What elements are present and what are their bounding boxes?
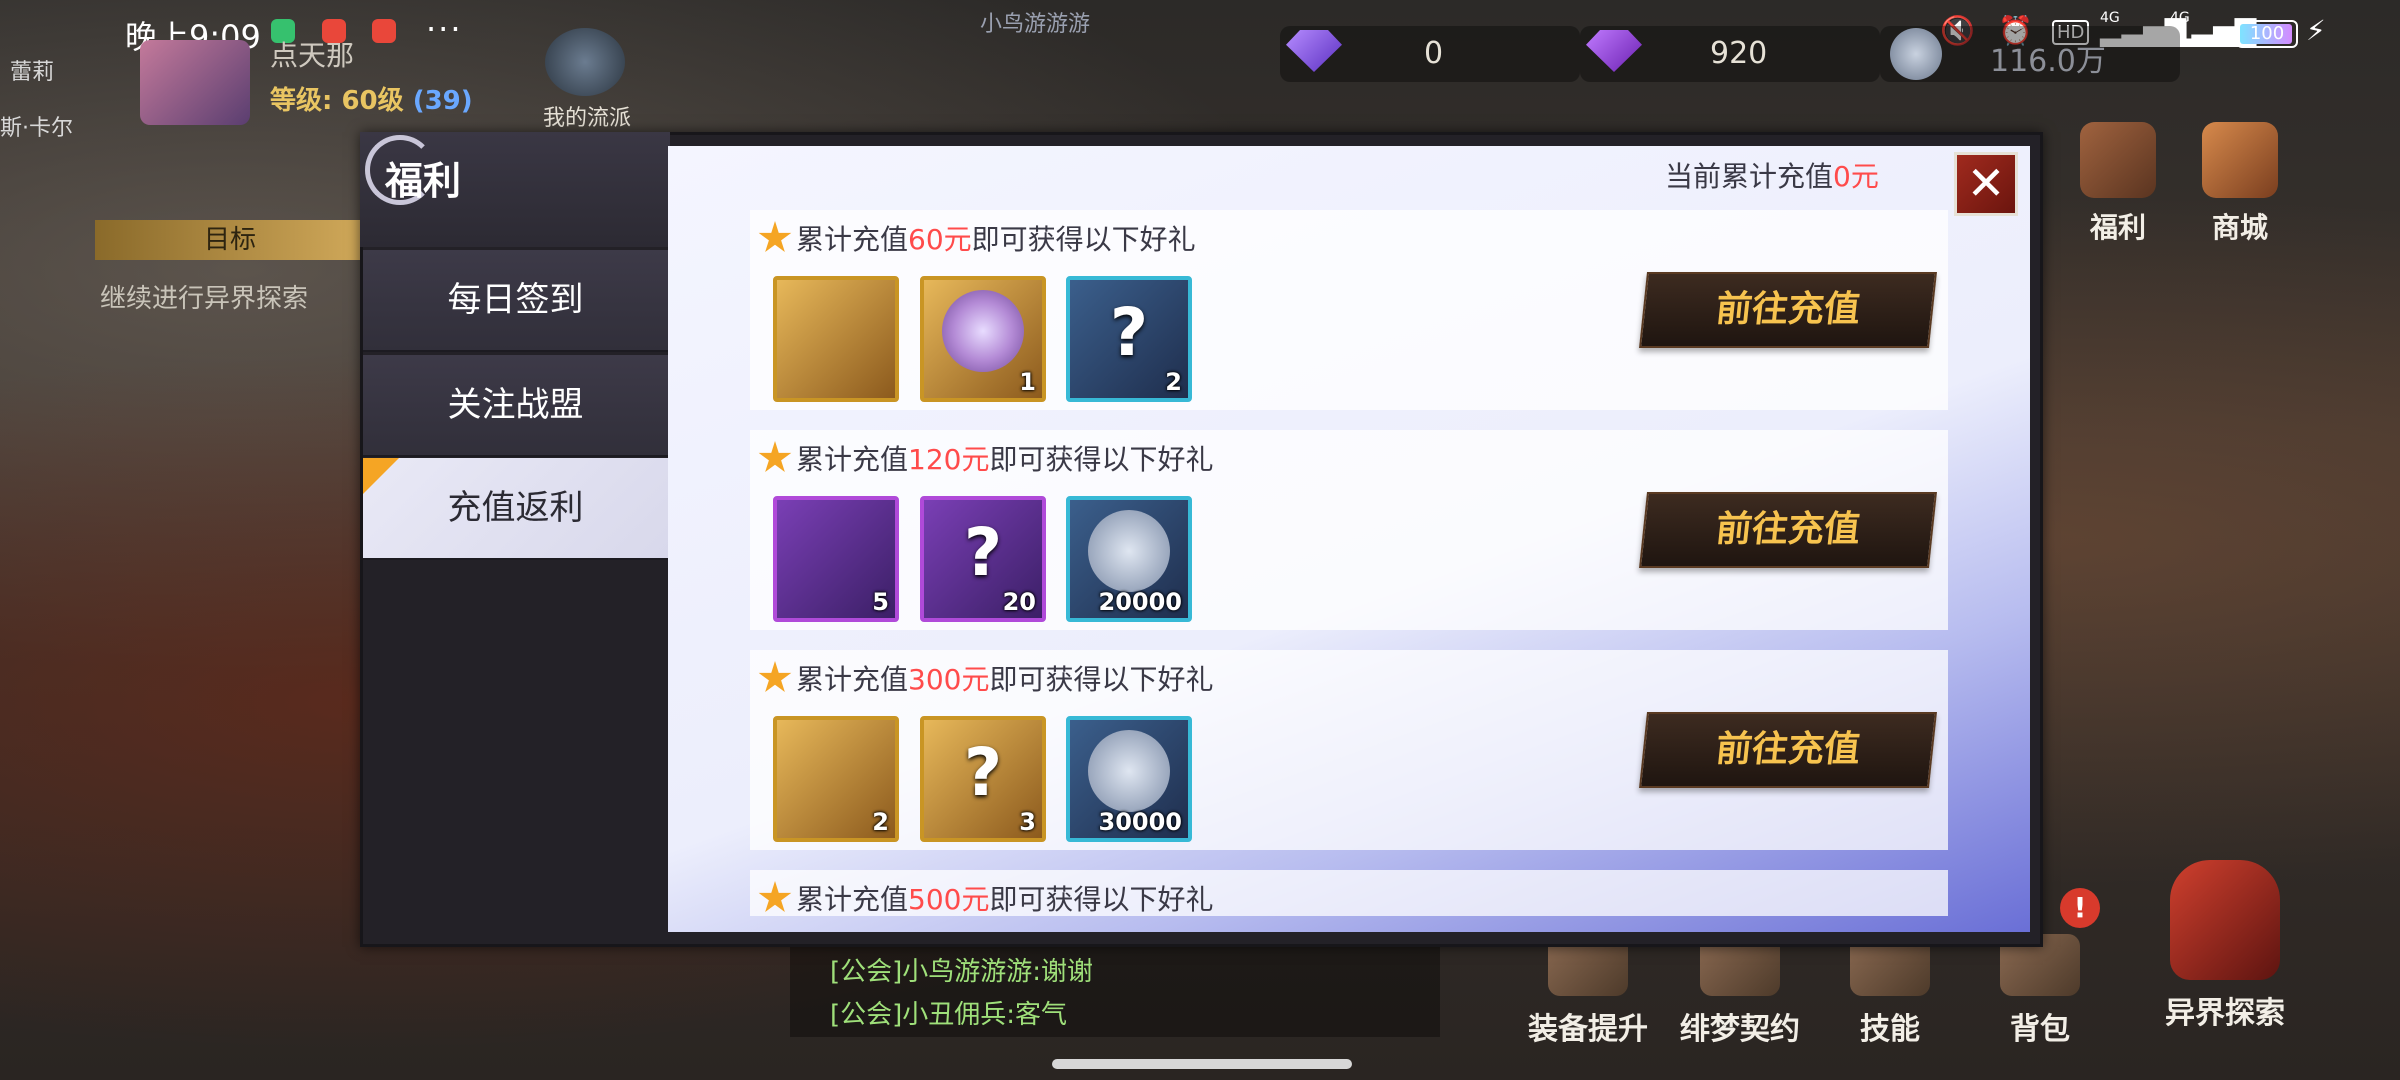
news-app-icon <box>372 19 396 43</box>
armor-piece-icon[interactable] <box>773 276 899 402</box>
battery-icon: 100 <box>2236 20 2298 48</box>
backpack-button[interactable]: 背包 <box>1990 934 2090 1048</box>
welfare-button[interactable]: 福利 <box>2078 122 2158 246</box>
silver-coin-icon <box>1890 28 1942 80</box>
mystery-item-icon[interactable]: ? 2 <box>1066 276 1192 402</box>
mystery-item-icon[interactable]: ? 3 <box>920 716 1046 842</box>
gift-box-icon <box>2080 122 2156 198</box>
tier-header: 累计充值120元即可获得以下好礼 <box>758 438 1213 478</box>
home-indicator[interactable] <box>1052 1059 1352 1069</box>
tab-follow-alliance[interactable]: 关注战盟 <box>363 355 668 457</box>
winged-pet-icon[interactable]: 2 <box>773 716 899 842</box>
go-recharge-button[interactable]: 前往充值 <box>1639 712 1937 788</box>
tier-300: 累计充值300元即可获得以下好礼 2 ? 3 30000 前往充值 <box>750 650 1948 850</box>
shop-button[interactable]: 商城 <box>2200 122 2280 246</box>
my-style-icon[interactable] <box>545 28 625 96</box>
tier-500: 累计充值500元即可获得以下好礼 <box>750 870 1948 916</box>
diamond-value: 0 <box>1424 36 1444 71</box>
gem-value: 920 <box>1710 36 1768 71</box>
dream-contract-button[interactable]: 绯梦契约 <box>1670 934 1810 1048</box>
tier-header: 累计充值300元即可获得以下好礼 <box>758 658 1213 698</box>
treasure-chest-icon[interactable]: 5 <box>773 496 899 622</box>
tab-recharge-rebate[interactable]: 充值返利 <box>363 458 668 560</box>
chat-message: [公会]小丑佣兵:客气 <box>830 1000 1068 1030</box>
portrait-coin-icon[interactable]: 1 <box>920 276 1046 402</box>
go-recharge-button[interactable]: 前往充值 <box>1639 492 1937 568</box>
silver-value: 116.0万 <box>1990 44 2106 79</box>
tier-header: 累计充值500元即可获得以下好礼 <box>758 878 1213 918</box>
go-recharge-button[interactable]: 前往充值 <box>1639 272 1937 348</box>
my-style-label[interactable]: 我的流派 <box>543 100 631 132</box>
backpack-alert-icon: ! <box>2060 888 2100 928</box>
more-icon: ··· <box>426 10 463 48</box>
demon-helmet-icon <box>2170 860 2280 980</box>
chat-panel[interactable]: [公会]小鸟游游游:谢谢 [公会]小丑佣兵:客气 <box>790 945 1440 1037</box>
charging-icon: ⚡ <box>2306 14 2326 47</box>
tier-60: 累计充值60元即可获得以下好礼 1 ? 2 前往充值 <box>750 210 1948 410</box>
dialog-title: 福利 <box>385 159 462 203</box>
otherworld-explore-button[interactable]: 异界探索 <box>2150 860 2300 1032</box>
close-button[interactable]: ✕ <box>1954 152 2018 216</box>
star-icon <box>758 221 792 252</box>
player-avatar[interactable] <box>140 40 250 125</box>
star-icon <box>758 441 792 472</box>
quest-tab[interactable]: 目标 <box>95 220 365 260</box>
tab-daily-checkin[interactable]: 每日签到 <box>363 250 668 352</box>
chat-message: [公会]小鸟游游游:谢谢 <box>830 957 1094 987</box>
mystery-item-icon[interactable]: ? 20 <box>920 496 1046 622</box>
tier-120: 累计充值120元即可获得以下好礼 5 ? 20 20000 前往充值 <box>750 430 1948 630</box>
quest-text[interactable]: 继续进行异界探索 <box>100 278 308 315</box>
silver-coin-icon[interactable]: 20000 <box>1066 496 1192 622</box>
ally-name-2: 斯·卡尔 <box>0 116 73 141</box>
current-recharge: 当前累计充值0元 <box>1665 160 1879 193</box>
silver-coin-icon[interactable]: 30000 <box>1066 716 1192 842</box>
tier-header: 累计充值60元即可获得以下好礼 <box>758 218 1196 258</box>
player-name: 点天那 <box>270 39 355 72</box>
top-center-name: 小鸟游游游 <box>980 12 1091 37</box>
active-tab-marker <box>363 458 399 494</box>
equipment-upgrade-button[interactable]: 装备提升 <box>1518 934 1658 1048</box>
player-level: 等级: 60级 (39) <box>270 86 473 116</box>
star-icon <box>758 881 792 912</box>
ally-name-1: 蕾莉 <box>10 60 55 85</box>
star-icon <box>758 661 792 692</box>
skill-button[interactable]: 技能 <box>1840 934 1940 1048</box>
shop-icon <box>2202 122 2278 198</box>
battery-level: 100 <box>2249 23 2285 44</box>
